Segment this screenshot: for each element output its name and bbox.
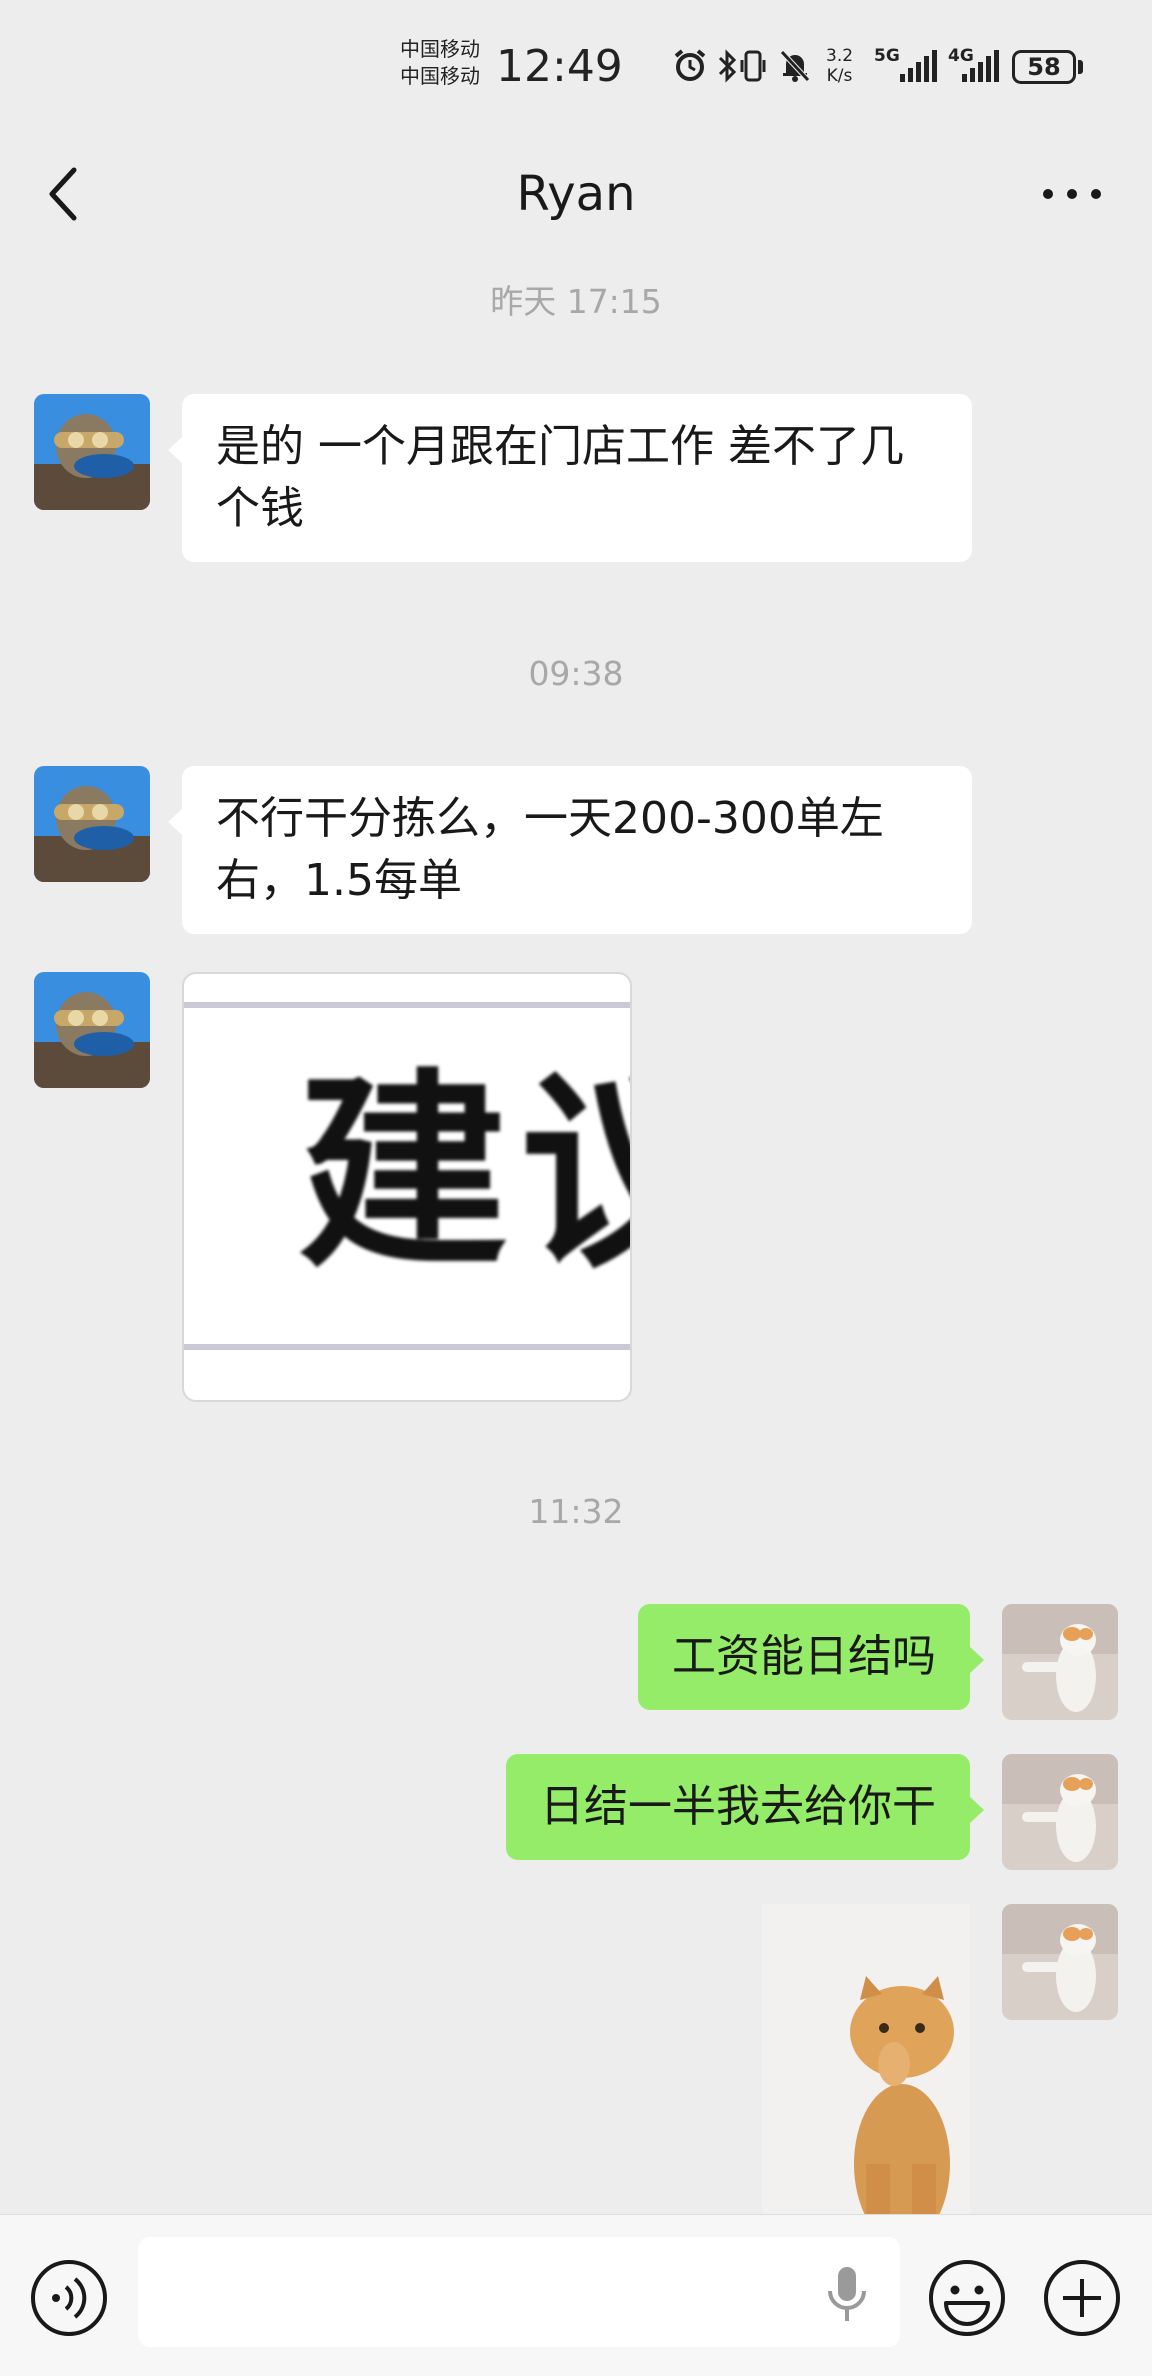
chat-header: Ryan [0,130,1152,258]
network-speed: 3.2 K/s [826,46,853,86]
message-bubble-incoming[interactable]: 是的 一个月跟在门店工作 差不了几个钱 [168,394,972,562]
voice-icon[interactable] [28,2257,110,2339]
carrier-2: 中国移动 [400,64,480,88]
vibrate-icon [740,50,766,82]
battery-tip [1078,60,1083,74]
microphone-icon[interactable] [818,2261,876,2327]
alarm-icon [674,49,706,81]
image-line-bottom [184,1344,630,1350]
signal-icon-2 [962,50,999,82]
status-bar: 中国移动 中国移动 12:49 3.2 K/s 5G 4G 58 [0,0,1152,130]
contact-avatar[interactable] [34,972,150,1088]
image-text: 建议 [298,1049,630,1296]
chat-title: Ryan [516,166,636,222]
bluetooth-icon [718,49,737,83]
timestamp: 11:32 [528,1492,624,1531]
message-bubble-outgoing[interactable]: 日结一半我去给你干 [506,1754,984,1860]
signal-icon-1 [900,50,937,82]
speed-unit: K/s [826,66,853,86]
image-line-top [184,1002,630,1008]
contact-avatar[interactable] [34,394,150,510]
message-bubble-outgoing[interactable]: 工资能日结吗 [638,1604,984,1710]
plus-icon[interactable] [1041,2257,1123,2339]
image-message[interactable]: 建议 [182,972,632,1402]
timestamp: 09:38 [528,654,624,693]
emoji-icon[interactable] [926,2257,1008,2339]
network-label-1: 5G [874,46,900,66]
timestamp: 昨天 17:15 [490,282,662,321]
status-time: 12:49 [496,41,623,92]
carrier-names: 中国移动 中国移动 [400,36,480,90]
battery-indicator: 58 [1012,50,1076,84]
user-avatar[interactable] [1002,1754,1118,1870]
mute-bell-icon [780,50,810,82]
more-dots-icon[interactable] [1036,156,1108,232]
message-bubble-incoming[interactable]: 不行干分拣么，一天200-300单左右，1.5每单 [168,766,972,934]
message-list[interactable]: 昨天 17:15 是的 一个月跟在门店工作 差不了几个钱 09:38 不行干分拣… [0,258,1152,2214]
user-avatar[interactable] [1002,1604,1118,1720]
contact-avatar[interactable] [34,766,150,882]
speed-value: 3.2 [826,46,854,66]
user-avatar[interactable] [1002,1904,1118,2020]
chevron-left-icon[interactable] [34,156,94,232]
cat-sticker[interactable] [762,1904,970,2214]
carrier-1: 中国移动 [400,37,480,61]
input-bar [0,2214,1152,2376]
message-input[interactable] [138,2237,900,2347]
